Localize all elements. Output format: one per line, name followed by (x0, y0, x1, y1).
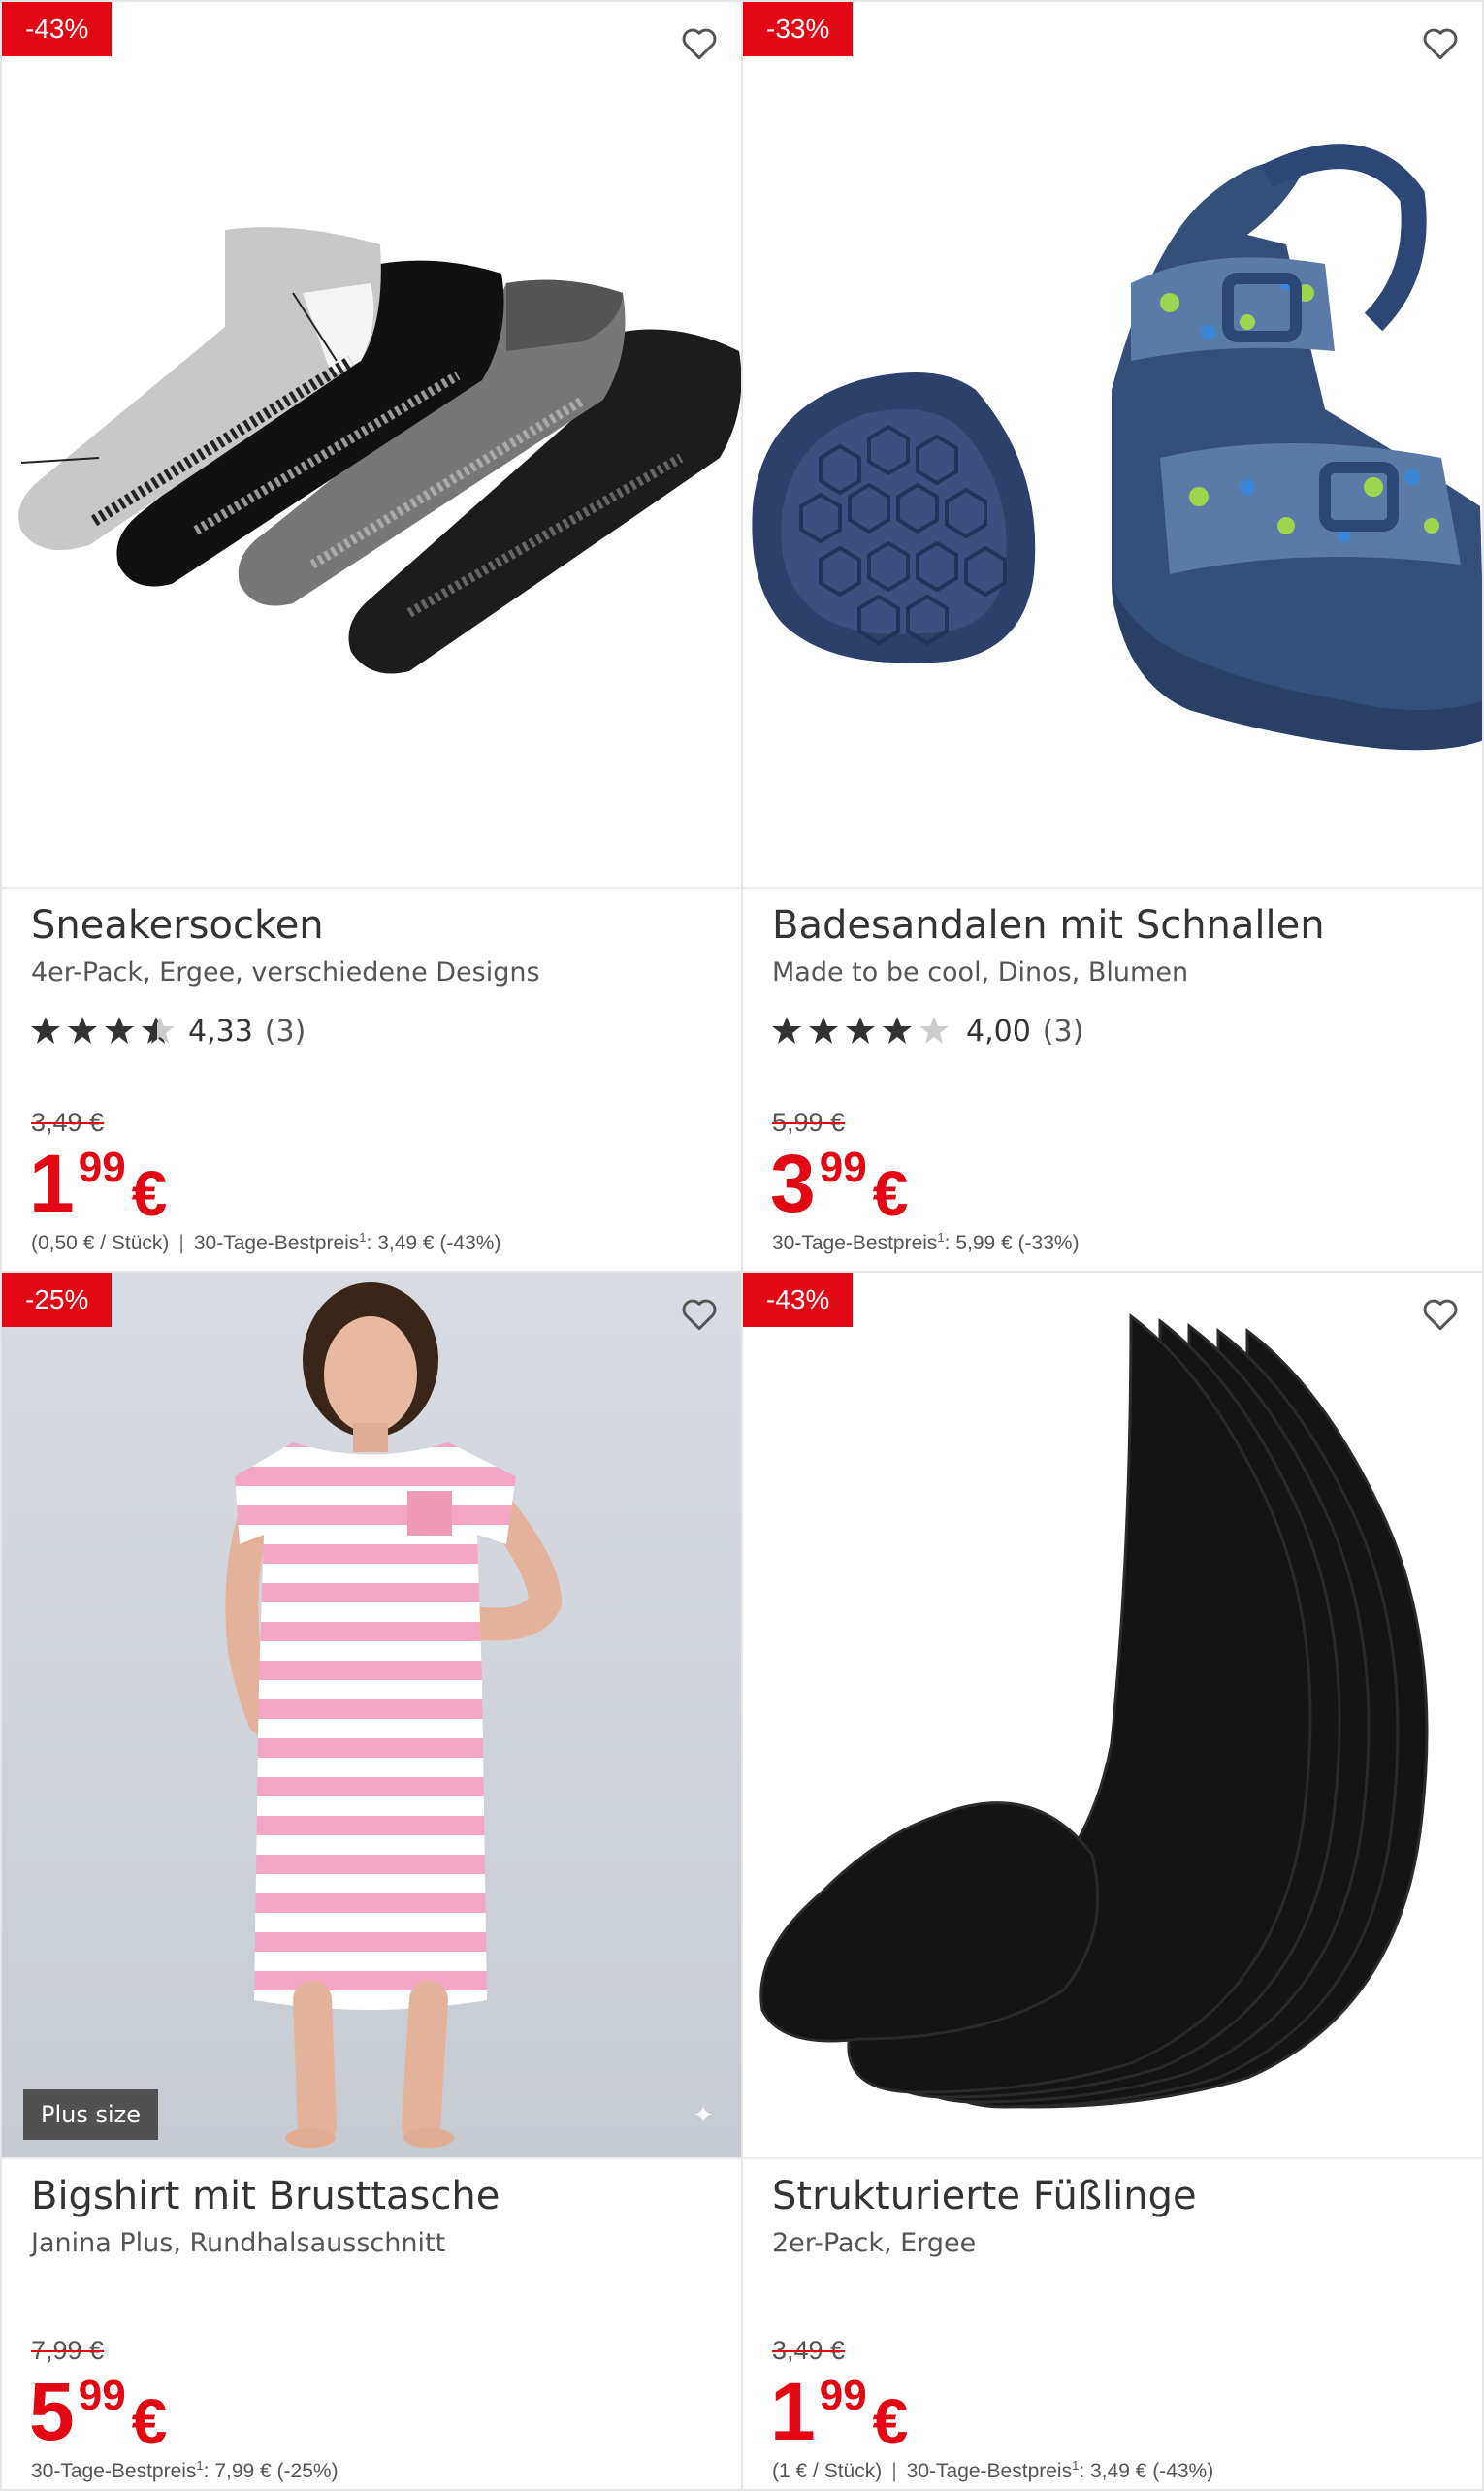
half-star-icon (145, 1017, 175, 1045)
best-price-value: : 3,49 € (-43%) (366, 1232, 501, 1254)
footnote-mark[interactable]: 1 (359, 1230, 366, 1245)
price-decimal: 99 (819, 2372, 867, 2419)
separator: | (891, 2460, 897, 2482)
current-price: 1 99 € (770, 2371, 908, 2472)
old-price: 3,49 € (772, 2336, 846, 2365)
rating-count: (3) (1042, 1014, 1084, 1049)
wishlist-heart-icon[interactable] (675, 19, 724, 68)
product-title[interactable]: Strukturierte Füßlinge (772, 2173, 1453, 2219)
discount-badge: -33% (743, 2, 854, 56)
price-decimal: 99 (78, 2372, 126, 2419)
footnote-mark[interactable]: 1 (937, 1230, 944, 1245)
product-title[interactable]: Sneakersocken (31, 902, 712, 949)
price-integer: 3 (770, 1138, 816, 1229)
product-rating[interactable]: 4,00 (3) (772, 1015, 1453, 1049)
price-details: 30-Tage-Bestpreis1: 7,99 € (-25%) (31, 2458, 339, 2483)
price-details: (1 € / Stück) | 30-Tage-Bestpreis1: 3,49 €… (772, 2458, 1213, 2483)
unit-price: (1 € / Stück) (772, 2460, 883, 2482)
sparkle-icon: ✦ (693, 2101, 714, 2130)
product-card[interactable]: -33% Badesandalen mit Schnallen Made to … (741, 0, 1484, 1273)
separator: | (178, 1232, 184, 1254)
discount-badge: -43% (743, 1273, 854, 1327)
product-info: Sneakersocken 4er-Pack, Ergee, verschied… (31, 902, 712, 1049)
price-integer: 5 (29, 2366, 75, 2457)
price-integer: 1 (770, 2366, 816, 2457)
product-card[interactable]: -43% Sneakersocken 4er-Pack, Ergee, vers… (0, 0, 743, 1273)
product-title[interactable]: Bigshirt mit Brusttasche (31, 2173, 712, 2219)
wishlist-heart-icon[interactable] (675, 1290, 724, 1339)
price-integer: 1 (29, 1138, 75, 1229)
wishlist-heart-icon[interactable] (1416, 19, 1465, 68)
footnote-mark[interactable]: 1 (196, 2458, 203, 2473)
rating-stars (31, 1015, 177, 1048)
rating-count: (3) (264, 1014, 306, 1049)
product-card[interactable]: -25% Plus size ✦ Bigshirt mit Brusttasch… (0, 1271, 743, 2491)
price-details: 30-Tage-Bestpreis1: 5,99 € (-33%) (772, 1230, 1080, 1255)
star-icon (772, 1017, 949, 1045)
best-price-value: : 7,99 € (-25%) (203, 2460, 339, 2482)
product-title[interactable]: Badesandalen mit Schnallen (772, 902, 1453, 949)
price-currency: € (131, 2385, 168, 2457)
best-price-value: : 3,49 € (-43%) (1079, 2460, 1214, 2482)
socks-image (2, 2, 741, 887)
current-price: 3 99 € (770, 1143, 908, 1244)
product-image[interactable]: -25% Plus size ✦ (2, 1273, 741, 2159)
best-price-label: 30-Tage-Bestpreis (772, 1232, 938, 1254)
footie-socks-image (743, 1273, 1482, 2157)
product-info: Badesandalen mit Schnallen Made to be co… (772, 902, 1453, 1049)
product-subtitle: Janina Plus, Rundhalsausschnitt (31, 2228, 446, 2258)
plus-size-label: Plus size (23, 2089, 159, 2140)
product-subtitle: 4er-Pack, Ergee, verschiedene Designs (31, 957, 540, 987)
old-price: 5,99 € (772, 1108, 846, 1137)
best-price-value: : 5,99 € (-33%) (944, 1232, 1080, 1254)
rating-stars (772, 1015, 954, 1048)
sandals-image (743, 2, 1482, 887)
old-price: 3,49 € (31, 1108, 105, 1137)
product-rating[interactable]: 4,33 (3) (31, 1015, 712, 1049)
product-card[interactable]: -43% Strukturierte Füßlinge 2er-Pack, Er… (741, 1271, 1484, 2491)
discount-badge: -43% (2, 2, 113, 56)
price-details: (0,50 € / Stück) | 30-Tage-Bestpreis1: 3,4… (31, 1230, 500, 1255)
product-info: Strukturierte Füßlinge 2er-Pack, Ergee (772, 2173, 1453, 2262)
wishlist-heart-icon[interactable] (1416, 1290, 1465, 1339)
product-info: Bigshirt mit Brusttasche Janina Plus, Ru… (31, 2173, 712, 2262)
product-grid: -43% Sneakersocken 4er-Pack, Ergee, vers… (0, 0, 1484, 2491)
nightshirt-model-image (2, 1273, 741, 2157)
product-subtitle: 2er-Pack, Ergee (772, 2228, 977, 2258)
current-price: 5 99 € (29, 2371, 167, 2472)
best-price-label: 30-Tage-Bestpreis (193, 1232, 360, 1254)
current-price: 1 99 € (29, 1143, 167, 1244)
product-image[interactable]: -43% (743, 1273, 1482, 2159)
price-currency: € (872, 2385, 909, 2457)
rating-value: 4,00 (966, 1014, 1031, 1049)
best-price-label: 30-Tage-Bestpreis (31, 2460, 197, 2482)
price-decimal: 99 (819, 1144, 867, 1191)
best-price-label: 30-Tage-Bestpreis (906, 2460, 1073, 2482)
unit-price: (0,50 € / Stück) (31, 1232, 170, 1254)
price-decimal: 99 (78, 1144, 126, 1191)
price-currency: € (131, 1157, 168, 1229)
product-image[interactable]: -43% (2, 2, 741, 889)
price-currency: € (872, 1157, 909, 1229)
discount-badge: -25% (2, 1273, 113, 1327)
rating-value: 4,33 (188, 1014, 253, 1049)
product-image[interactable]: -33% (743, 2, 1482, 889)
product-subtitle: Made to be cool, Dinos, Blumen (772, 957, 1189, 987)
old-price: 7,99 € (31, 2336, 105, 2365)
